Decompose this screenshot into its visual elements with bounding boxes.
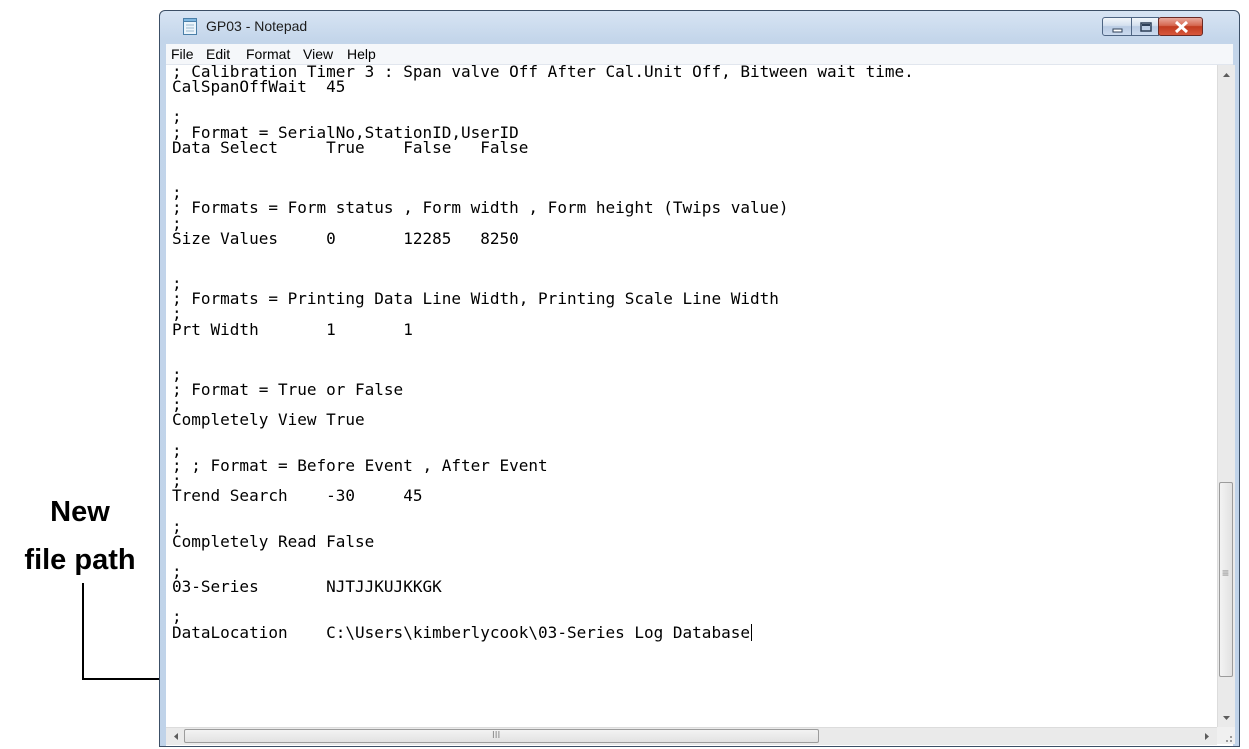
menu-help[interactable]: Help: [347, 46, 376, 62]
text-line: ; Formats = Form status , Form width , F…: [172, 198, 789, 218]
menu-view[interactable]: View: [303, 46, 333, 62]
text-line: Size Values 0 12285 8250: [172, 228, 519, 248]
annotation-label: New file path: [0, 488, 160, 584]
scroll-down-icon[interactable]: [1218, 710, 1235, 727]
text-editor[interactable]: ; Calibration Timer 3 : Span valve Off A…: [166, 64, 1217, 727]
notepad-icon: [183, 18, 197, 35]
text-line: ; Format = True or False: [172, 380, 404, 400]
horizontal-scroll-thumb[interactable]: III: [184, 729, 819, 743]
vertical-scroll-thumb[interactable]: ≡: [1219, 482, 1233, 677]
client-area: File Edit Format View Help ; Calibration…: [166, 44, 1235, 746]
annotation-leader-vertical: [82, 583, 84, 680]
scroll-up-icon[interactable]: [1218, 66, 1235, 83]
text-line: ; Formats = Printing Data Line Width, Pr…: [172, 289, 779, 309]
horizontal-scrollbar[interactable]: III: [166, 727, 1217, 745]
minimize-button[interactable]: [1102, 17, 1132, 36]
vertical-scrollbar[interactable]: ≡: [1217, 65, 1235, 727]
horizontal-thumb-grip: III: [492, 730, 501, 741]
annotation-line-1: New: [50, 496, 110, 528]
notepad-window: GP03 - Notepad File Edit Format View Hel…: [159, 10, 1240, 747]
title-bar[interactable]: GP03 - Notepad: [160, 11, 1239, 41]
menu-file[interactable]: File: [171, 46, 194, 62]
text-line: ; ; Format = Before Event , After Event: [172, 455, 548, 475]
maximize-button[interactable]: [1131, 17, 1159, 36]
text-line: Prt Width 1 1: [172, 319, 413, 339]
vertical-thumb-grip: ≡: [1222, 566, 1230, 580]
text-line: Data Select True False False: [172, 137, 529, 157]
scroll-left-icon[interactable]: [167, 728, 184, 745]
size-grip[interactable]: [1217, 727, 1235, 744]
resize-grip-icon: [1226, 736, 1232, 742]
window-title: GP03 - Notepad: [206, 18, 308, 34]
text-caret: [751, 624, 752, 641]
close-button[interactable]: [1158, 17, 1203, 36]
text-line: Trend Search -30 45: [172, 486, 423, 506]
text-line: 03-Series NJTJJKUJKKGK: [172, 577, 442, 597]
maximize-icon: [1140, 22, 1152, 32]
close-icon: [1174, 20, 1189, 34]
annotation-line-2: file path: [24, 544, 136, 576]
text-line: Completely Read False: [172, 531, 375, 551]
text-line: CalSpanOffWait 45: [172, 77, 346, 97]
menu-format[interactable]: Format: [246, 46, 290, 62]
scroll-right-icon[interactable]: [1199, 728, 1216, 745]
minimize-icon: [1112, 28, 1123, 33]
menu-edit[interactable]: Edit: [206, 46, 230, 62]
text-line: DataLocation C:\Users\kimberlycook\03-Se…: [172, 622, 750, 642]
text-line: Completely View True: [172, 410, 365, 430]
